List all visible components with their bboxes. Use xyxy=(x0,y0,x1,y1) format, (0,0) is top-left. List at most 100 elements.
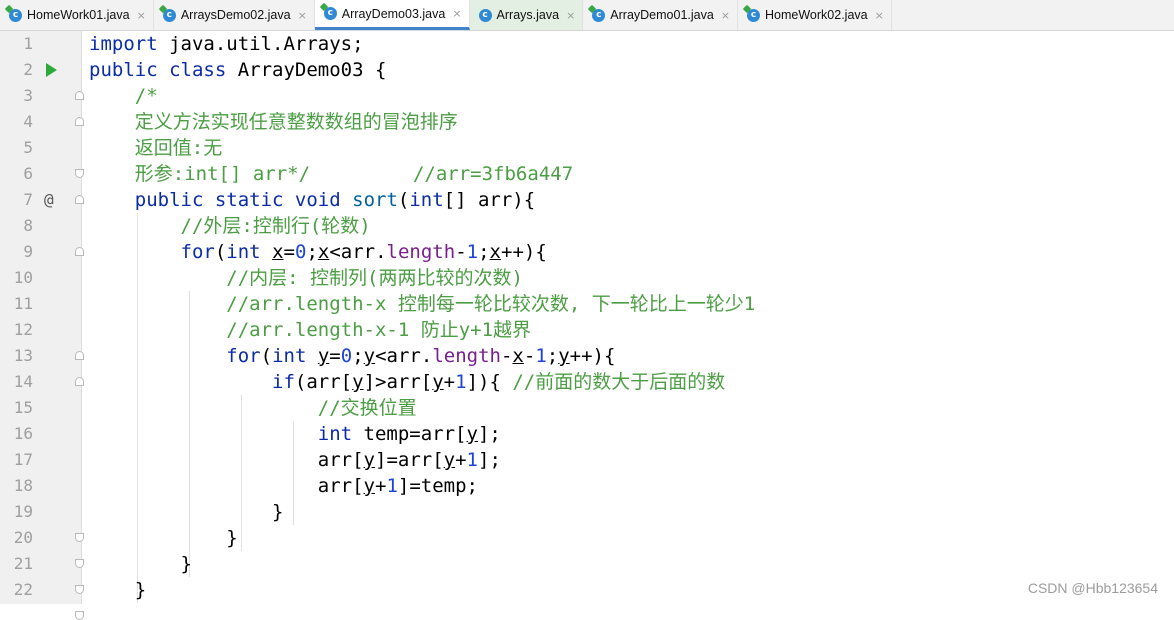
tab-label: ArraysDemo02.java xyxy=(180,8,291,22)
code-token: ]=arr[ xyxy=(375,449,444,471)
comment-token: 形参:int[] arr*/ xyxy=(89,163,311,185)
line-number: 22 xyxy=(13,580,33,599)
code-token: + xyxy=(455,449,467,471)
tab-label: ArrayDemo01.java xyxy=(610,8,714,22)
library-class-icon: c xyxy=(478,8,492,22)
watermark: CSDN @Hbb123654 xyxy=(1027,580,1158,596)
keyword-token: for xyxy=(226,345,261,367)
close-icon[interactable]: × xyxy=(875,9,884,22)
code-token: temp=arr[ xyxy=(352,423,467,445)
code-token: ; xyxy=(478,241,490,263)
tab-arraysdemo02[interactable]: c ArraysDemo02.java × xyxy=(154,0,315,30)
tab-homework02[interactable]: c HomeWork02.java × xyxy=(738,0,892,30)
run-icon[interactable] xyxy=(46,63,57,77)
code-token: - xyxy=(455,241,467,263)
comment-line: 形参:int[] arr*/ //arr=3fb6a447 xyxy=(89,161,573,187)
code-line: } xyxy=(89,553,192,575)
tab-arrays[interactable]: c Arrays.java × xyxy=(469,0,584,30)
variable-token: y xyxy=(466,423,478,445)
tab-label: HomeWork01.java xyxy=(27,8,130,22)
fold-icon[interactable] xyxy=(75,195,84,204)
line-number: 19 xyxy=(13,502,33,521)
override-marker-icon[interactable]: @ xyxy=(44,187,54,213)
line-number: 8 xyxy=(23,216,33,235)
code-token: = xyxy=(283,241,295,263)
code-token: ( xyxy=(214,241,227,263)
code-token: arr[ xyxy=(89,475,364,497)
java-class-icon: c xyxy=(9,8,22,22)
code-token: - xyxy=(500,345,513,367)
fold-icon[interactable] xyxy=(75,91,84,100)
tab-arraydemo03[interactable]: c ArrayDemo03.java × xyxy=(314,0,470,30)
java-class-icon: c xyxy=(592,8,606,22)
code-line: for(int y=0;y<arr.length-x-1;y++){ xyxy=(89,343,615,369)
line-number: 20 xyxy=(13,528,33,547)
code-token: ; xyxy=(306,241,318,263)
keyword-token: int xyxy=(226,241,261,263)
code-line: public static void sort(int[] arr){ xyxy=(89,187,535,213)
close-icon[interactable]: × xyxy=(566,9,575,22)
variable-token: x xyxy=(317,241,330,263)
field-token: length xyxy=(386,241,456,263)
keyword-token: int xyxy=(272,345,307,367)
variable-token: y xyxy=(363,475,375,497)
code-token: ]>arr[ xyxy=(363,371,433,393)
comment-line: //内层: 控制列(两两比较的次数) xyxy=(89,267,523,289)
close-icon[interactable]: × xyxy=(298,9,307,22)
line-number: 18 xyxy=(13,476,33,495)
code-line: if(arr[y]>arr[y+1]){ //前面的数大于后面的数 xyxy=(89,369,725,395)
number-token: 1 xyxy=(466,241,479,263)
keyword-token: if xyxy=(272,371,295,393)
tab-homework01[interactable]: c HomeWork01.java × xyxy=(0,0,154,30)
fold-icon[interactable] xyxy=(75,351,84,360)
code-token: ( xyxy=(397,189,410,211)
comment-line: //arr.length-x 控制每一轮比较次数, 下一轮比上一轮少1 xyxy=(89,293,756,315)
editor-gutter: 1 2 3 4 5 6 7 8 9 10 11 12 13 14 15 16 1… xyxy=(0,31,84,620)
comment-line: 返回值:无 xyxy=(89,137,223,159)
fold-icon[interactable] xyxy=(75,117,84,126)
keyword-token: public class xyxy=(89,59,227,81)
code-token: ++){ xyxy=(501,241,547,263)
number-token: 1 xyxy=(535,345,547,367)
code-line: import java.util.Arrays; xyxy=(89,31,364,57)
code-token: <arr. xyxy=(329,241,387,263)
code-line: } xyxy=(89,501,284,523)
close-icon[interactable]: × xyxy=(452,7,461,20)
code-token: arr[ xyxy=(89,449,364,471)
comment-line: /* xyxy=(89,85,158,107)
number-token: 1 xyxy=(386,475,398,497)
close-icon[interactable]: × xyxy=(721,9,730,22)
tab-arraydemo01[interactable]: c ArrayDemo01.java × xyxy=(583,0,739,30)
line-number: 13 xyxy=(13,346,33,365)
code-token: ]=temp; xyxy=(397,475,478,497)
fold-icon[interactable] xyxy=(75,559,84,568)
variable-token: x xyxy=(512,345,524,367)
fold-icon[interactable] xyxy=(75,533,84,542)
close-icon[interactable]: × xyxy=(137,9,146,22)
fold-icon[interactable] xyxy=(75,169,84,178)
keyword-token: int xyxy=(317,423,353,445)
fold-icon[interactable] xyxy=(75,247,84,256)
variable-token: y xyxy=(352,371,364,393)
fold-icon[interactable] xyxy=(75,377,84,386)
line-number: 12 xyxy=(13,320,33,339)
fold-icon[interactable] xyxy=(75,611,84,620)
line-number: 16 xyxy=(13,424,33,443)
code-token: java.util.Arrays; xyxy=(157,33,364,55)
tab-label: HomeWork02.java xyxy=(765,8,868,22)
code-token: - xyxy=(523,345,536,367)
line-number: 17 xyxy=(13,450,33,469)
comment-token: //前面的数大于后面的数 xyxy=(512,371,726,393)
line-number: 9 xyxy=(23,242,33,261)
variable-token: y xyxy=(363,449,375,471)
code-token: ; xyxy=(352,345,364,367)
tab-label: ArrayDemo03.java xyxy=(341,6,446,21)
fold-icon[interactable] xyxy=(75,585,84,594)
code-line: arr[y+1]=temp; xyxy=(89,473,478,499)
